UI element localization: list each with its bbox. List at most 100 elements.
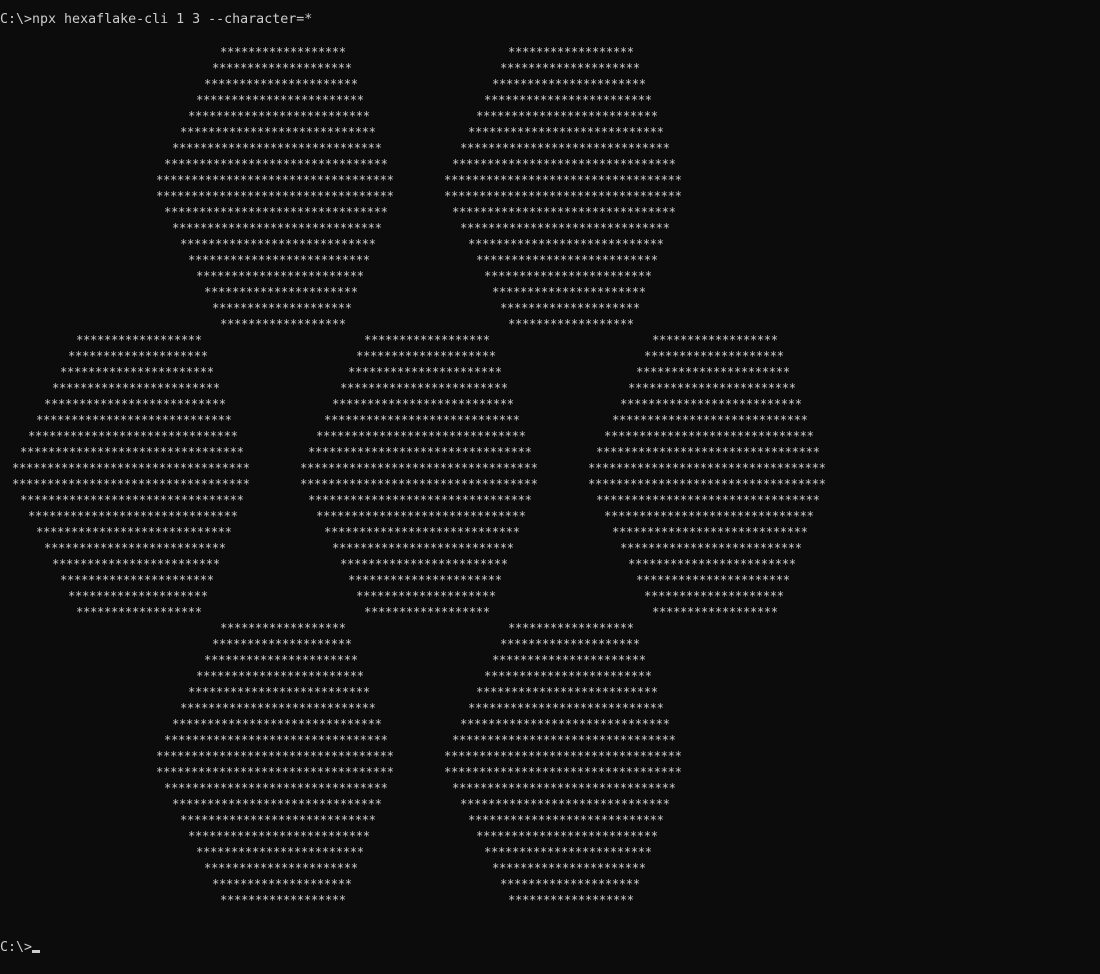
hexagon-row: ****************************** [316,509,526,523]
hexagon-row: ************************ [340,381,508,395]
hexagon-row: ********************** [492,861,646,875]
prompt-line[interactable]: C:\> [0,940,41,956]
hexagon-row: ************************** [44,397,226,411]
hexagon-row: ************************** [188,685,370,699]
hexagon-row: ******************** [68,589,208,603]
hexagon-row: ****************** [220,45,346,59]
hexagon-row: ******************** [212,637,352,651]
hexagon-row: ****************************** [28,429,238,443]
hexagon-row: ******************************** [308,445,532,459]
hexagon-row: ****************************** [460,717,670,731]
hexagon-row: **************************** [180,813,376,827]
hexagon-row: ********************************** [12,477,250,491]
hexagon-row: ****************** [652,333,778,347]
hexagon-row: ************************ [196,93,364,107]
hexagon-row: ************************ [196,269,364,283]
hexagon-row: ******************************** [20,493,244,507]
hexagon-row: ************************** [620,541,802,555]
hexagon-row: ******************** [68,349,208,363]
command-prompt: C:\> [0,940,33,955]
hexagon-row: ****************** [220,893,346,907]
hexagon-row: ************************** [476,685,658,699]
hexagon-row: ********************************** [156,765,394,779]
hexagon-row: ****************** [220,317,346,331]
hexagon-row: **************************** [36,413,232,427]
hexagon-row: ********************** [492,285,646,299]
hexagon-row: ****************************** [460,141,670,155]
hexagon-row: ************************ [340,557,508,571]
hexagon-row: ************************** [476,253,658,267]
hexagon-row: ******************** [356,349,496,363]
hexagon-row: ************************** [44,541,226,555]
hexagon-row: **************************** [468,237,664,251]
hexagon-row: ******************************** [164,205,388,219]
hexagon-row: ******************************** [20,445,244,459]
hexagon-row: ************************ [484,269,652,283]
hexagon-row: ************************ [484,669,652,683]
hexagon-row: ************************ [52,557,220,571]
hexagon-row: ********************** [204,861,358,875]
hexagon-row: ********************** [204,285,358,299]
hexagon-row: ******************************** [164,157,388,171]
hexagon-row: ****************** [220,621,346,635]
hexagon-row: **************************** [180,701,376,715]
hexagon-row: ************************ [628,557,796,571]
hexagon-row: **************************** [324,525,520,539]
hexagon-row: **************************** [324,413,520,427]
hexagon-row: ******************** [500,637,640,651]
hexagon-row: ************************** [188,829,370,843]
hexagon-row: ********************************** [156,173,394,187]
hexagon-row: ************************ [196,845,364,859]
hexagon-row: ******************** [212,301,352,315]
hexagon-row: ********************** [348,573,502,587]
hexagon-row: ****************************** [460,797,670,811]
hexagon-row: ************************** [188,109,370,123]
hexagon-row: ************************ [484,93,652,107]
hexagon-row: ****************** [508,621,634,635]
hexagon-row: ********************************** [444,173,682,187]
hexagon-row: ****************************** [604,429,814,443]
hexagon-row: **************************** [36,525,232,539]
hexagon-row: ******************************** [452,205,676,219]
hexagon-row: ********************** [204,653,358,667]
terminal-window[interactable]: C:\>npx hexaflake-cli 1 3 --character=* … [0,0,1100,974]
hexagon-row: ****************** [76,333,202,347]
hexagon-row: ********************** [492,77,646,91]
hexagon-row: ******************** [212,877,352,891]
hexagon-row: **************************** [468,813,664,827]
hexagon-row: ********************** [636,365,790,379]
hexagon-row: ************************** [332,397,514,411]
hexagon-row: **************************** [180,237,376,251]
text-cursor [32,950,41,953]
hexagon-row: ****************** [508,45,634,59]
hexagon-row: ************************** [476,829,658,843]
hexagon-row: ******************** [500,61,640,75]
hexagon-row: ******************************** [164,781,388,795]
hexagon-row: ********************** [348,365,502,379]
hexagon-row: ****************** [508,893,634,907]
hexagon-row: ********************** [60,365,214,379]
hexagon-row: ************************** [620,397,802,411]
hexagon-row: **************************** [180,125,376,139]
hexagon-row: ********************************** [444,749,682,763]
hexagon-row: ******************** [212,61,352,75]
hexagon-row: ******************** [500,877,640,891]
hexagon-row: ****************************** [172,717,382,731]
hexagon-row: ********************** [204,77,358,91]
hexagon-row: ************************ [196,669,364,683]
hexagon-row: ********************** [60,573,214,587]
hexagon-row: ****************** [364,333,490,347]
hexagon-row: ********************** [636,573,790,587]
hexagon-row: ************************ [484,845,652,859]
hexagon-row: ********************************** [300,461,538,475]
hexagon-row: ****************** [76,605,202,619]
hexagon-row: ********************************** [156,749,394,763]
hexagon-row: ********************************** [444,765,682,779]
hexagon-row: ********************************** [156,189,394,203]
hexagon-row: ******************** [644,349,784,363]
hexagon-row: ********************** [492,653,646,667]
command-text: npx hexaflake-cli 1 3 --character=* [32,12,313,27]
hexagon-row: ******************** [500,301,640,315]
hexagon-row: ************************** [188,253,370,267]
hexagon-row: ****************************** [604,509,814,523]
